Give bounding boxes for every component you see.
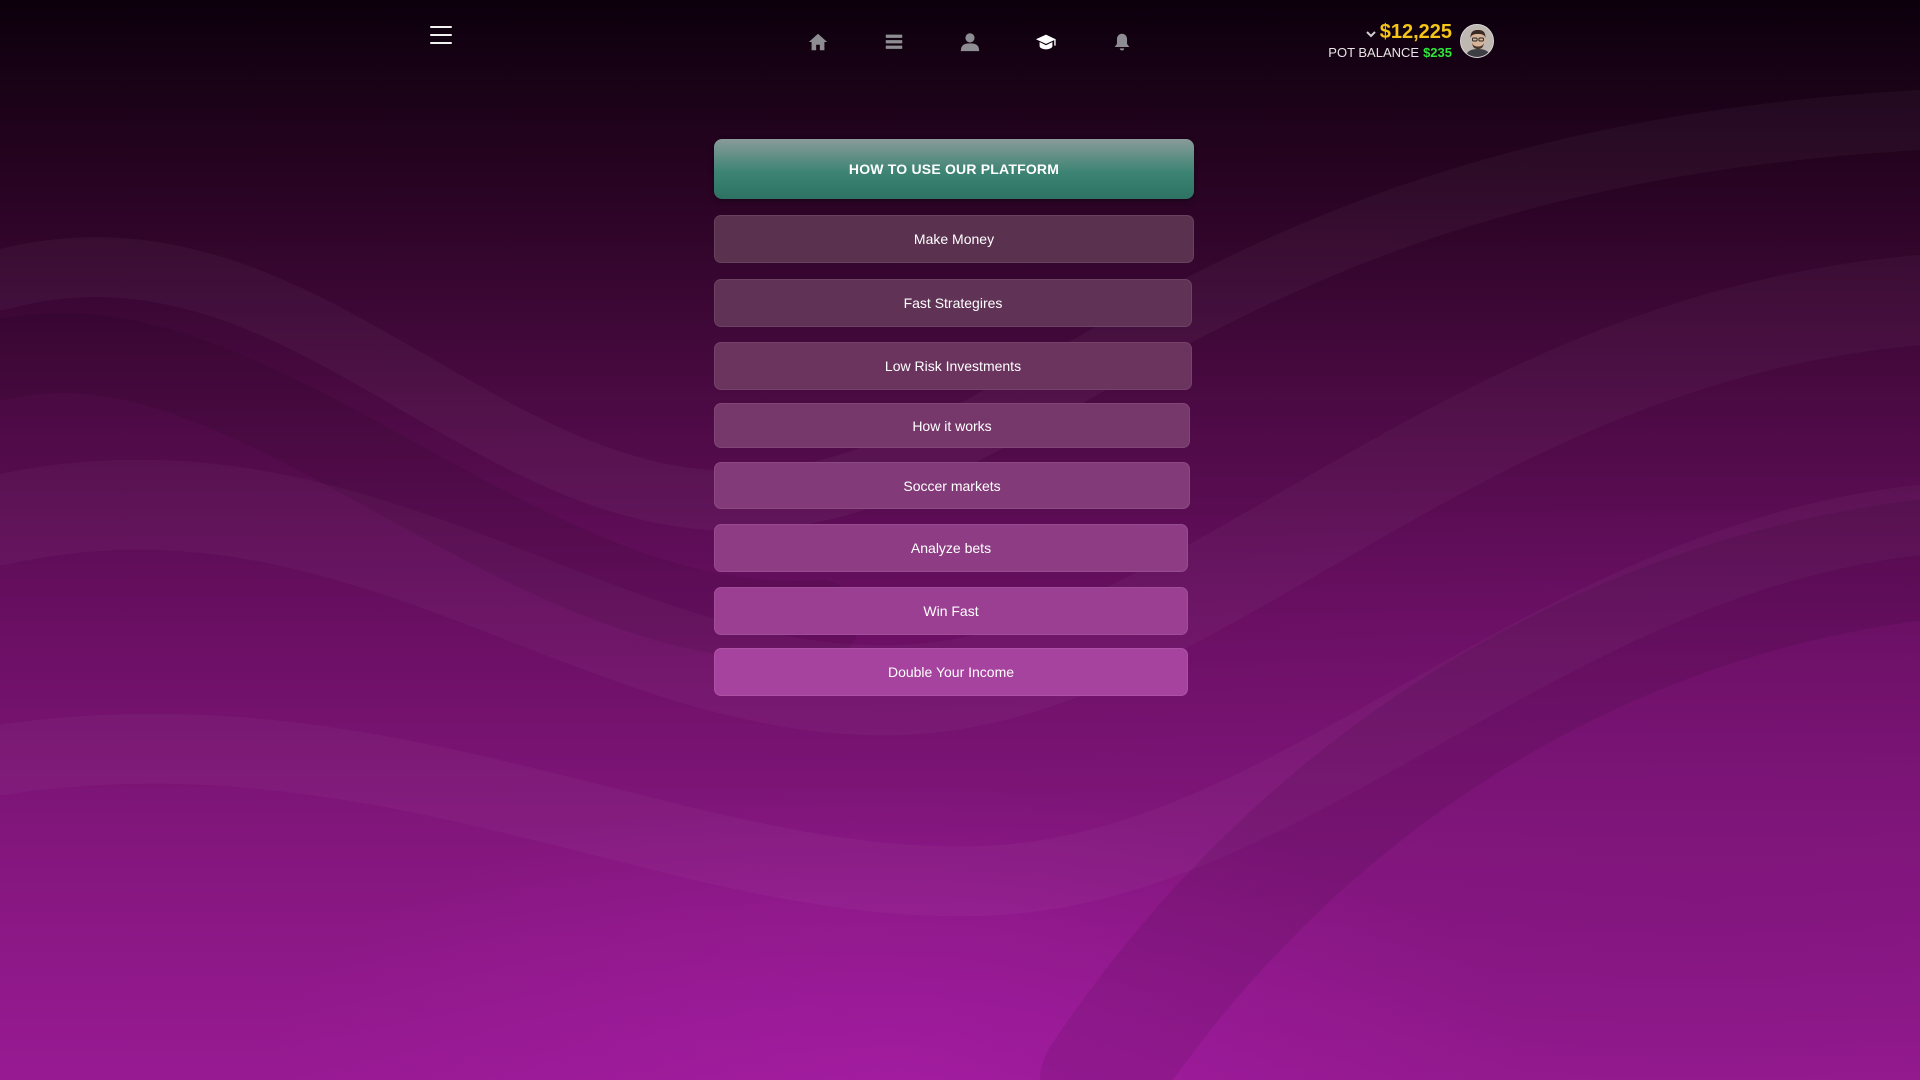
balance-dropdown[interactable]: $12,225 [1328,22,1452,42]
home-icon[interactable] [780,26,856,58]
pot-balance-amount: $235 [1423,45,1452,60]
how-to-use-platform-button[interactable]: HOW TO USE OUR PLATFORM [714,139,1194,199]
graduation-cap-icon[interactable] [1008,26,1084,58]
menu-item-win-fast[interactable]: Win Fast [714,587,1188,635]
top-bar: $12,225 POT BALANCE $235 [0,0,1920,80]
menu-item-fast-strategies[interactable]: Fast Strategires [714,279,1192,327]
menu-item-make-money[interactable]: Make Money [714,215,1194,263]
hamburger-menu-icon[interactable] [430,26,452,44]
avatar[interactable] [1460,23,1494,58]
tutorial-menu: HOW TO USE OUR PLATFORM Make Money Fast … [714,139,1194,696]
menu-item-how-it-works[interactable]: How it works [714,403,1190,448]
chevron-down-icon [1365,27,1376,38]
account-summary: $12,225 POT BALANCE $235 [1328,22,1494,59]
list-icon[interactable] [856,26,932,58]
main-balance: $12,225 [1379,21,1452,43]
pot-balance: POT BALANCE $235 [1328,46,1452,59]
main-nav [780,26,1160,58]
menu-item-soccer-markets[interactable]: Soccer markets [714,462,1190,509]
user-icon[interactable] [932,26,1008,58]
pot-balance-label: POT BALANCE [1328,45,1420,60]
bell-icon[interactable] [1084,26,1160,58]
menu-item-double-your-income[interactable]: Double Your Income [714,648,1188,696]
balances: $12,225 POT BALANCE $235 [1328,22,1452,59]
menu-item-low-risk-investments[interactable]: Low Risk Investments [714,342,1192,390]
tutorial-list: Make Money Fast Strategires Low Risk Inv… [714,215,1194,696]
menu-item-analyze-bets[interactable]: Analyze bets [714,524,1188,572]
